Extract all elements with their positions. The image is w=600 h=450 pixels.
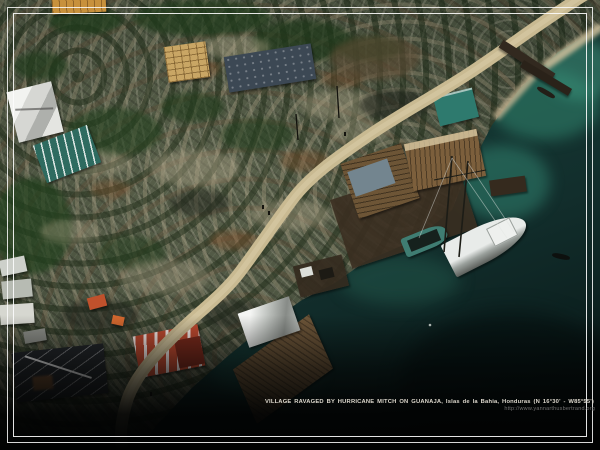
credit-url: http://www.yannarthusbertrand.org xyxy=(504,406,595,412)
bottom-vignette xyxy=(0,0,600,450)
aerial-photo: VILLAGE RAVAGED BY HURRICANE MITCH ON GU… xyxy=(0,0,600,450)
photo-caption: VILLAGE RAVAGED BY HURRICANE MITCH ON GU… xyxy=(265,399,594,406)
